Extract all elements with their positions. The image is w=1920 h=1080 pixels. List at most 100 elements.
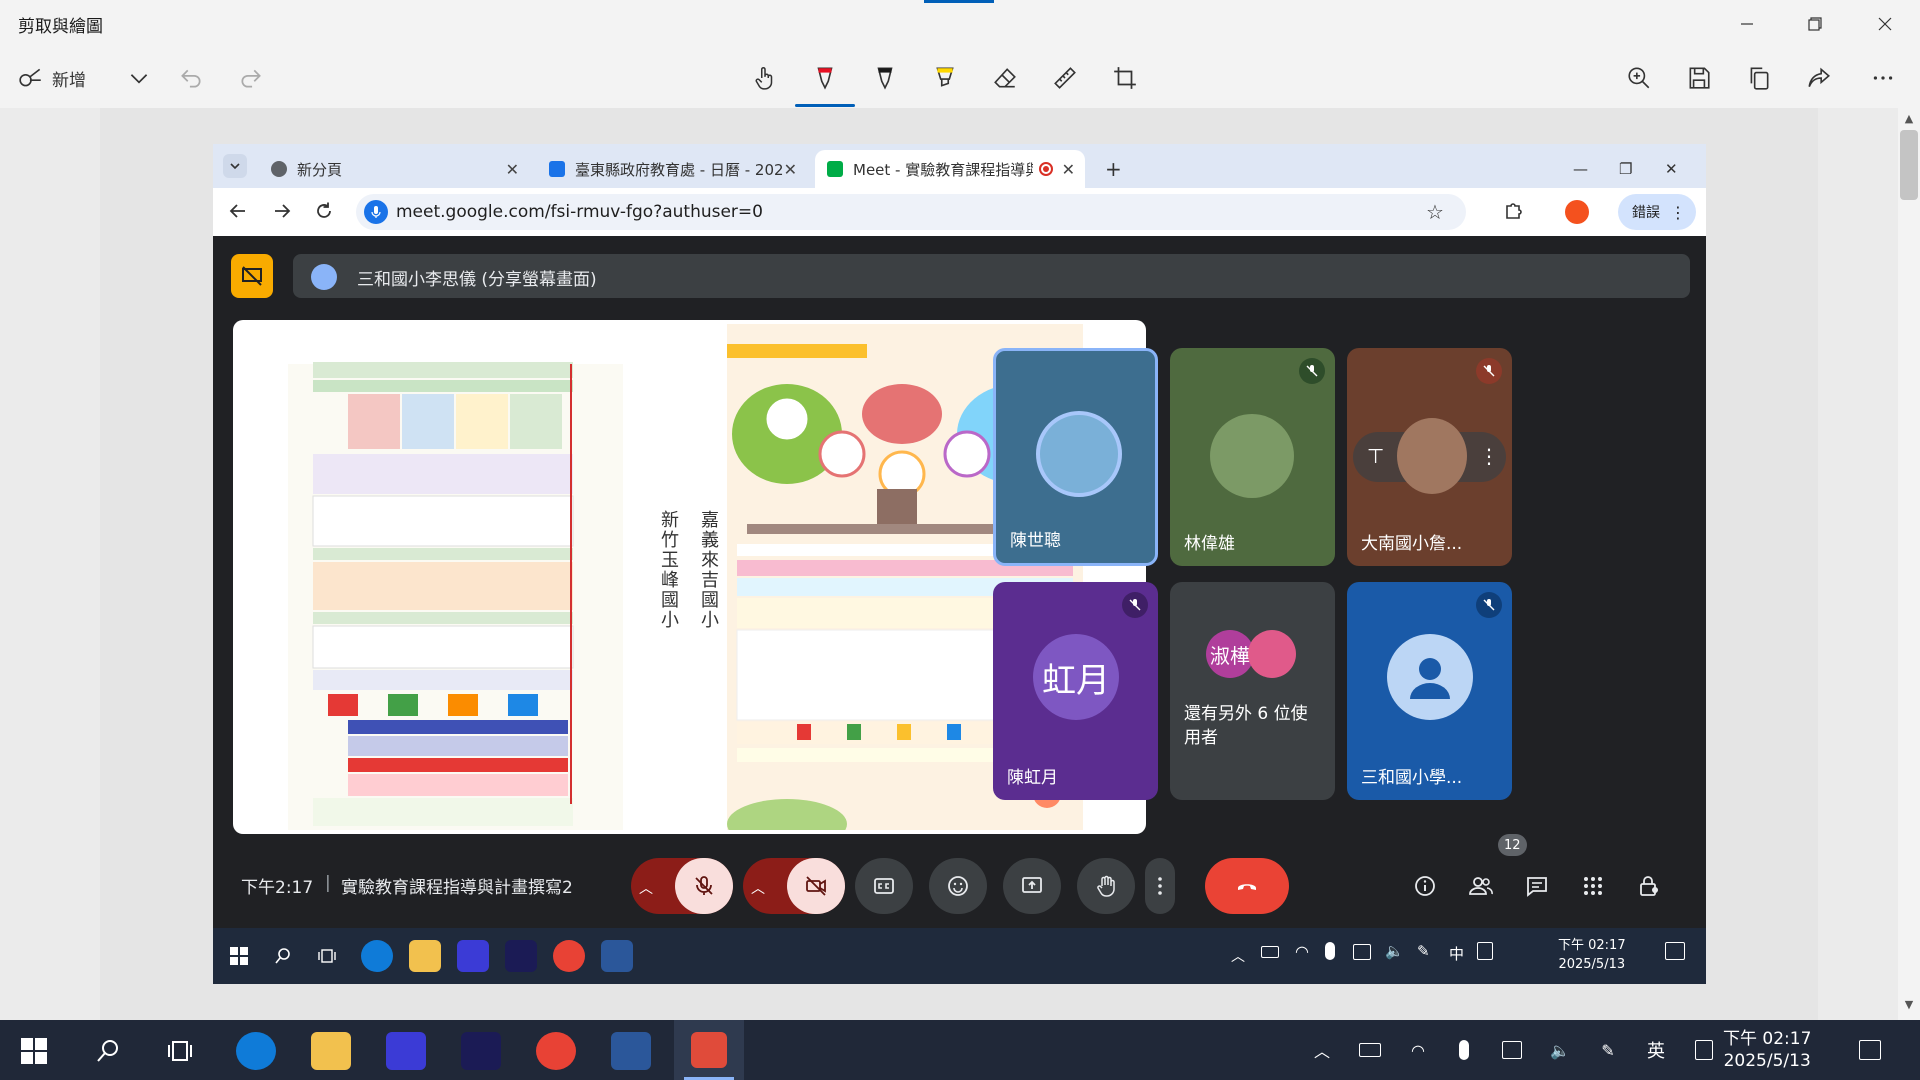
participant-tile-2[interactable]: 林偉雄 <box>1170 348 1335 566</box>
profile-error-button[interactable]: 錯誤 ⋮ <box>1618 194 1696 230</box>
snipping-tool-taskbar-button[interactable] <box>674 1020 744 1080</box>
more-options-button[interactable] <box>1868 58 1898 98</box>
eraser-button[interactable] <box>990 58 1020 98</box>
camera-toggle-button[interactable] <box>787 858 845 914</box>
raise-hand-button[interactable] <box>1077 858 1135 914</box>
scroll-down-arrow[interactable]: ▼ <box>1900 998 1918 1011</box>
word-icon[interactable] <box>601 940 633 972</box>
participant-tile-3[interactable]: ⊤ ⋮ 大南國小詹... <box>1347 348 1512 566</box>
scroll-up-arrow[interactable]: ▲ <box>1900 112 1918 125</box>
captured-clock[interactable]: 下午 02:17 2025/5/13 <box>1558 936 1626 974</box>
meeting-details-button[interactable] <box>1407 868 1443 904</box>
word-icon[interactable] <box>611 1032 651 1070</box>
more-vertical-icon[interactable]: ⋮ <box>1479 444 1499 468</box>
browser-tab-new[interactable]: 新分頁 ✕ <box>259 150 529 188</box>
wacom-app-icon[interactable] <box>505 940 537 972</box>
wacom-app-icon[interactable] <box>461 1032 501 1070</box>
close-tab-icon[interactable]: ✕ <box>784 160 797 179</box>
host-controls-button[interactable] <box>1631 868 1667 904</box>
notification-icon[interactable] <box>1665 942 1685 960</box>
undo-button[interactable] <box>176 58 206 98</box>
extensions-button[interactable] <box>1503 200 1525 226</box>
save-button[interactable] <box>1684 58 1714 98</box>
ime-indicator[interactable]: 英 <box>1644 1038 1668 1062</box>
vertical-scrollbar[interactable] <box>1898 108 1920 1020</box>
participant-tile-more[interactable]: 淑樺 還有另外 6 位使用者 <box>1170 582 1335 800</box>
restore-button[interactable] <box>1792 8 1838 40</box>
ime-indicator[interactable]: 中 <box>1449 943 1464 964</box>
chrome-icon[interactable] <box>553 940 585 972</box>
tray-overflow-chevron-icon[interactable]: ︿ <box>1310 1038 1334 1062</box>
task-view-icon[interactable] <box>160 1032 200 1070</box>
people-button[interactable] <box>1463 868 1499 904</box>
crop-button[interactable] <box>1110 58 1140 98</box>
new-snip-button[interactable]: 新增 <box>18 58 128 98</box>
chrome-icon[interactable] <box>536 1032 576 1070</box>
pen-icon[interactable]: ✎ <box>1417 942 1430 960</box>
presentation-badge[interactable] <box>231 254 273 298</box>
wifi-icon[interactable]: ◠ <box>1295 942 1309 961</box>
leave-call-button[interactable] <box>1205 858 1289 914</box>
browser-tab-calendar[interactable]: 臺東縣政府教育處 - 日曆 - 202 ✕ <box>537 150 807 188</box>
close-button[interactable] <box>1862 8 1908 40</box>
browser-minimize-button[interactable]: — <box>1565 150 1595 188</box>
camera-options-chevron-icon[interactable]: ︿ <box>751 878 765 898</box>
reload-button[interactable] <box>313 200 335 226</box>
whiteboard-app-icon[interactable] <box>457 940 489 972</box>
file-explorer-icon[interactable] <box>311 1032 351 1070</box>
new-tab-button[interactable]: + <box>1099 150 1129 188</box>
browser-tab-meet[interactable]: Meet - 實驗教育課程指導與 ✕ <box>815 150 1085 188</box>
chat-button[interactable] <box>1519 868 1555 904</box>
task-view-icon[interactable] <box>311 940 343 972</box>
activities-button[interactable] <box>1575 868 1611 904</box>
whiteboard-app-icon[interactable] <box>386 1032 426 1070</box>
ime-mode-icon[interactable] <box>1692 1038 1716 1062</box>
zoom-button[interactable] <box>1624 58 1654 98</box>
minimize-button[interactable] <box>1724 8 1770 40</box>
search-icon[interactable] <box>267 940 299 972</box>
copy-button[interactable] <box>1744 58 1774 98</box>
bookmark-star-icon[interactable]: ☆ <box>1426 200 1444 224</box>
scroll-thumb[interactable] <box>1900 130 1918 200</box>
more-options-button[interactable] <box>1145 858 1175 914</box>
address-bar[interactable]: meet.google.com/fsi-rmuv-fgo?authuser=0 … <box>356 194 1466 230</box>
edge-icon[interactable] <box>361 940 393 972</box>
close-tab-icon[interactable]: ✕ <box>1062 160 1075 179</box>
ruler-button[interactable] <box>1050 58 1080 98</box>
highlighter-button[interactable] <box>930 58 960 98</box>
search-icon[interactable] <box>88 1032 128 1070</box>
edge-icon[interactable] <box>236 1032 276 1070</box>
ime-mode-icon[interactable] <box>1477 942 1493 960</box>
taskbar-clock[interactable]: 下午 02:17 2025/5/13 <box>1723 1028 1811 1072</box>
pen-icon[interactable]: ✎ <box>1596 1038 1620 1062</box>
windows-start-icon[interactable] <box>223 940 255 972</box>
windows-start-icon[interactable] <box>14 1032 54 1070</box>
reactions-button[interactable] <box>929 858 987 914</box>
pencil-button[interactable] <box>870 58 900 98</box>
participant-tile-4[interactable]: 虹月 陳虹月 <box>993 582 1158 800</box>
tray-overflow-chevron-icon[interactable]: ︿ <box>1231 946 1245 966</box>
file-explorer-icon[interactable] <box>409 940 441 972</box>
microphone-icon[interactable] <box>1452 1038 1476 1062</box>
notification-icon[interactable] <box>1858 1038 1882 1062</box>
close-tab-icon[interactable]: ✕ <box>506 160 519 179</box>
wifi-icon[interactable]: ◠ <box>1406 1038 1430 1062</box>
pin-icon[interactable]: ⊤ <box>1367 444 1384 468</box>
forward-button[interactable] <box>271 200 293 226</box>
tab-search-button[interactable] <box>223 154 247 178</box>
redo-button[interactable] <box>236 58 266 98</box>
participant-tile-1[interactable]: 陳世聰 <box>993 348 1158 566</box>
battery-icon[interactable] <box>1358 1038 1382 1062</box>
share-button[interactable] <box>1804 58 1834 98</box>
screen-record-icon[interactable] <box>1500 1038 1524 1062</box>
new-dropdown-button[interactable] <box>124 58 154 98</box>
browser-close-button[interactable]: ✕ <box>1657 150 1687 188</box>
mic-options-chevron-icon[interactable]: ︿ <box>639 878 653 898</box>
touch-writing-button[interactable] <box>750 58 780 98</box>
volume-icon[interactable]: 🔈 <box>1548 1038 1572 1062</box>
microphone-toggle-button[interactable] <box>675 858 733 914</box>
profile-extension-icon[interactable] <box>1565 200 1589 224</box>
back-button[interactable] <box>227 200 249 226</box>
volume-icon[interactable]: 🔈 <box>1385 942 1404 960</box>
browser-restore-button[interactable]: ❐ <box>1611 150 1641 188</box>
